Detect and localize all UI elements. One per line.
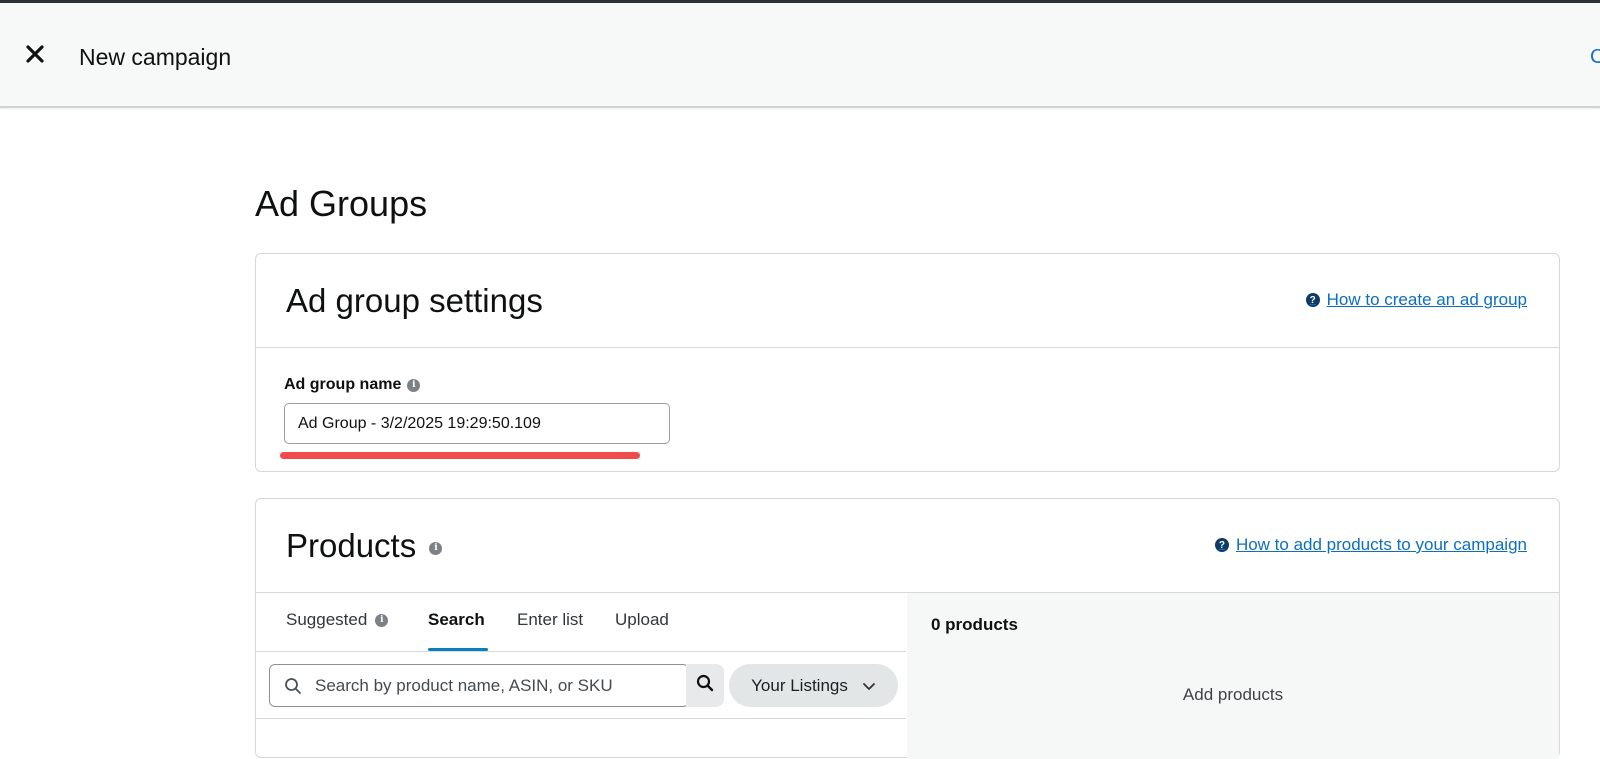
header-edge-link[interactable]: C — [1590, 46, 1600, 69]
info-icon[interactable]: i — [407, 378, 421, 392]
products-card-header: Products i ? How to add products to your… — [256, 499, 1559, 593]
chevron-down-icon — [862, 676, 876, 696]
ad-group-name-input[interactable] — [284, 403, 670, 444]
page-title: Ad Groups — [255, 183, 428, 224]
products-card: Products i ? How to add products to your… — [255, 498, 1560, 759]
tabs-divider — [256, 651, 906, 652]
tab-upload[interactable]: Upload — [615, 610, 669, 630]
info-icon[interactable]: i — [429, 541, 443, 555]
help-circle-icon: ? — [1214, 538, 1229, 552]
tab-search[interactable]: Search — [428, 610, 485, 630]
annotation-underline — [280, 452, 640, 459]
listings-filter-dropdown[interactable]: Your Listings — [729, 664, 898, 707]
header-title: New campaign — [79, 44, 232, 70]
tab-enter-list[interactable]: Enter list — [517, 610, 583, 630]
settings-title: Ad group settings — [286, 282, 543, 319]
product-search-input[interactable] — [315, 665, 675, 706]
product-search-field[interactable] — [269, 664, 689, 707]
add-products-empty-state: Add products — [1182, 685, 1284, 704]
tab-suggested[interactable]: Suggested i — [286, 610, 389, 630]
products-title: Products — [286, 527, 417, 564]
ad-group-name-label: Ad group name — [284, 376, 402, 393]
ad-group-settings-card: Ad group settings ? How to create an ad … — [255, 253, 1560, 472]
add-products-help-link[interactable]: ? How to add products to your campaign — [1214, 535, 1527, 555]
search-button[interactable] — [686, 664, 724, 707]
add-products-help-text: How to add products to your campaign — [1235, 535, 1527, 554]
ad-group-name-label-row: Ad group name i — [284, 376, 421, 394]
selected-products-count: 0 products — [931, 615, 1018, 634]
search-icon — [696, 674, 714, 697]
search-icon — [284, 677, 302, 700]
close-icon[interactable] — [22, 41, 48, 67]
selected-products-panel: 0 products Add products — [907, 593, 1559, 759]
create-ad-group-help-text: How to create an ad group — [1326, 290, 1527, 309]
tab-search-label: Search — [428, 610, 485, 629]
info-icon[interactable]: i — [375, 613, 389, 627]
tab-enter-list-label: Enter list — [517, 610, 584, 629]
tab-upload-label: Upload — [615, 610, 669, 629]
tab-suggested-label: Suggested — [286, 610, 368, 629]
settings-card-header: Ad group settings ? How to create an ad … — [256, 254, 1559, 348]
listings-filter-label: Your Listings — [751, 675, 848, 695]
create-ad-group-help-link[interactable]: ? How to create an ad group — [1305, 290, 1527, 310]
campaign-header: New campaign C — [0, 3, 1600, 108]
search-row-divider — [256, 718, 906, 719]
help-circle-icon: ? — [1305, 293, 1320, 307]
products-title-row: Products i — [286, 527, 443, 565]
